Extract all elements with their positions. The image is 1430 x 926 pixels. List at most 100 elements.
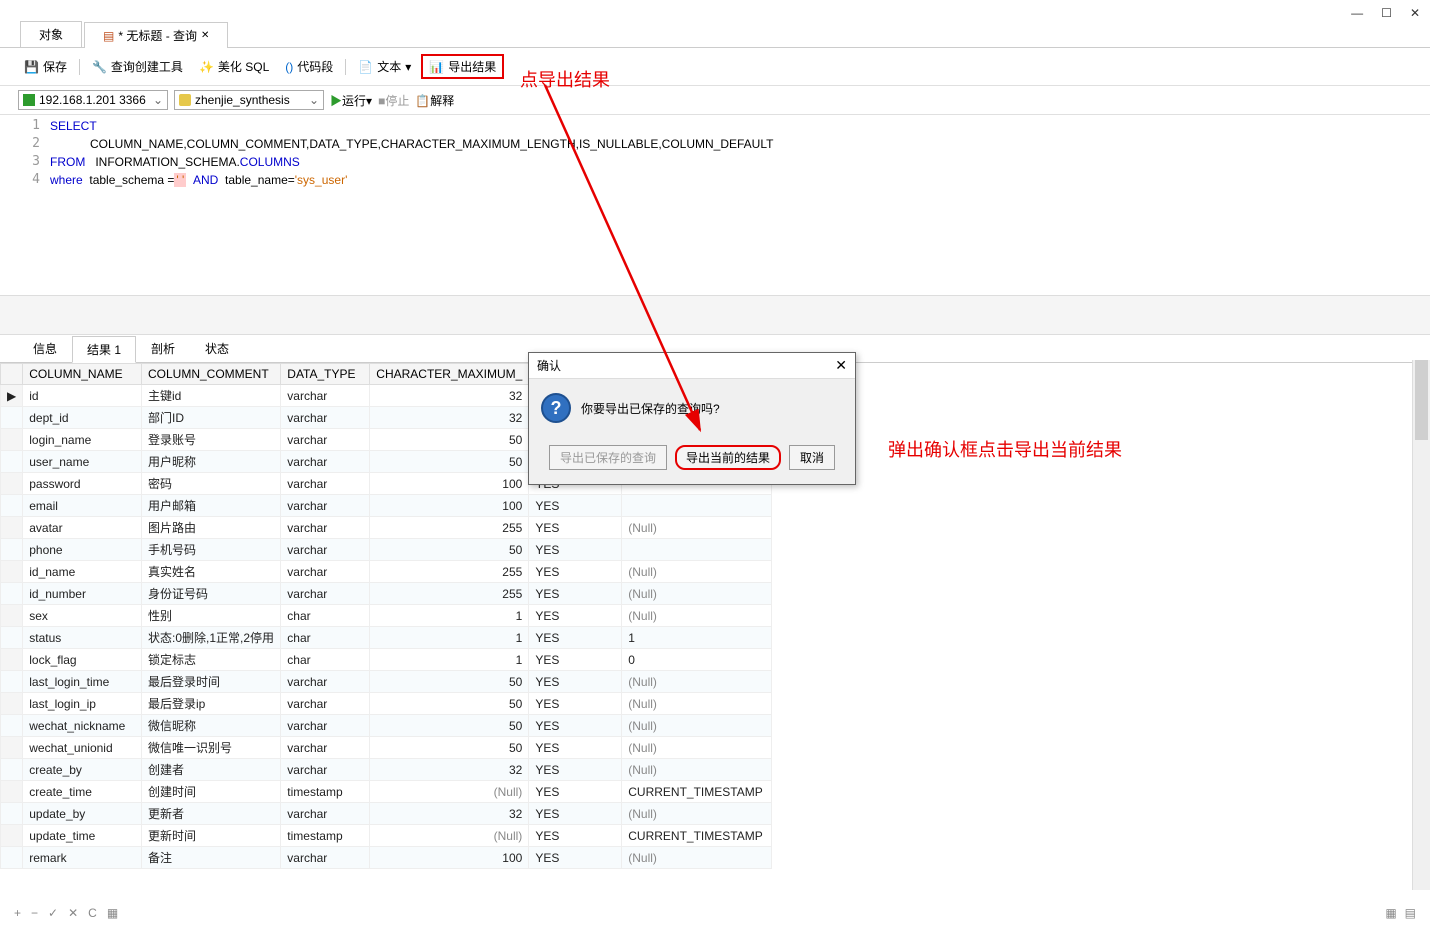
table-cell[interactable]: 真实姓名 [142,561,281,583]
table-cell[interactable]: CURRENT_TIMESTAMP [622,781,772,803]
col-header[interactable]: DATA_TYPE [281,364,370,385]
table-cell[interactable]: 微信昵称 [142,715,281,737]
table-cell[interactable]: varchar [281,671,370,693]
table-cell[interactable]: email [23,495,142,517]
table-cell[interactable]: YES [529,847,622,869]
table-cell[interactable]: varchar [281,539,370,561]
table-cell[interactable]: 50 [370,451,529,473]
add-row-button[interactable]: + [14,906,21,920]
table-cell[interactable]: YES [529,561,622,583]
table-cell[interactable]: update_by [23,803,142,825]
table-cell[interactable]: varchar [281,407,370,429]
table-row[interactable]: remark备注varchar100YES(Null) [1,847,772,869]
close-icon[interactable]: ✕ [835,357,847,374]
table-cell[interactable]: dept_id [23,407,142,429]
view-mode-icon[interactable]: ▦ [1385,906,1396,920]
table-cell[interactable]: 1 [370,605,529,627]
table-cell[interactable]: varchar [281,517,370,539]
table-cell[interactable]: 用户昵称 [142,451,281,473]
table-cell[interactable]: 1 [622,627,772,649]
tab-analyze[interactable]: 剖析 [136,335,190,362]
stop-button[interactable]: ■停止 [378,92,409,109]
table-cell[interactable]: varchar [281,451,370,473]
table-cell[interactable]: 1 [370,649,529,671]
cancel-button[interactable]: 取消 [789,445,835,470]
database-select[interactable]: zhenjie_synthesis ⌄ [174,90,324,110]
table-cell[interactable]: 0 [622,649,772,671]
table-cell[interactable]: YES [529,649,622,671]
table-cell[interactable]: remark [23,847,142,869]
table-cell[interactable]: varchar [281,847,370,869]
table-cell[interactable]: (Null) [622,847,772,869]
table-cell[interactable]: char [281,605,370,627]
table-cell[interactable]: varchar [281,429,370,451]
table-cell[interactable]: 最后登录时间 [142,671,281,693]
table-cell[interactable]: varchar [281,759,370,781]
table-row[interactable]: sex性别char1YES(Null) [1,605,772,627]
table-cell[interactable]: varchar [281,385,370,407]
apply-button[interactable]: ✓ [48,906,58,920]
table-cell[interactable]: user_name [23,451,142,473]
table-row[interactable]: last_login_time最后登录时间varchar50YES(Null) [1,671,772,693]
beautify-sql-button[interactable]: ✨美化 SQL [193,56,275,77]
table-cell[interactable]: 32 [370,385,529,407]
table-cell[interactable]: 1 [370,627,529,649]
table-cell[interactable]: 主键id [142,385,281,407]
table-cell[interactable]: 100 [370,495,529,517]
window-minimize[interactable]: — [1351,6,1363,20]
sql-editor[interactable]: 1234 SELECT COLUMN_NAME,COLUMN_COMMENT,D… [0,115,1430,295]
code-snippet-button[interactable]: ()代码段 [279,56,339,77]
table-cell[interactable]: timestamp [281,825,370,847]
table-cell[interactable]: 32 [370,407,529,429]
table-cell[interactable]: last_login_time [23,671,142,693]
cancel-button[interactable]: ✕ [68,906,78,920]
col-header[interactable]: COLUMN_COMMENT [142,364,281,385]
table-cell[interactable]: char [281,649,370,671]
table-row[interactable]: id_number身份证号码varchar255YES(Null) [1,583,772,605]
table-cell[interactable]: char [281,627,370,649]
table-cell[interactable]: 255 [370,583,529,605]
table-row[interactable]: create_time创建时间timestamp(Null)YESCURRENT… [1,781,772,803]
table-cell[interactable]: status [23,627,142,649]
table-cell[interactable]: create_by [23,759,142,781]
table-row[interactable]: wechat_nickname微信昵称varchar50YES(Null) [1,715,772,737]
table-cell[interactable]: 50 [370,693,529,715]
table-cell[interactable]: CURRENT_TIMESTAMP [622,825,772,847]
table-cell[interactable]: YES [529,539,622,561]
table-cell[interactable]: (Null) [370,781,529,803]
table-cell[interactable]: YES [529,693,622,715]
table-cell[interactable]: create_time [23,781,142,803]
table-cell[interactable]: wechat_nickname [23,715,142,737]
table-cell[interactable]: 图片路由 [142,517,281,539]
table-cell[interactable]: YES [529,715,622,737]
table-row[interactable]: email用户邮箱varchar100YES [1,495,772,517]
table-cell[interactable]: 锁定标志 [142,649,281,671]
table-row[interactable]: lock_flag锁定标志char1YES0 [1,649,772,671]
table-cell[interactable]: (Null) [622,583,772,605]
save-button[interactable]: 💾保存 [18,56,73,77]
table-cell[interactable]: 更新者 [142,803,281,825]
table-cell[interactable]: 状态:0删除,1正常,2停用 [142,627,281,649]
table-cell[interactable]: 微信唯一识别号 [142,737,281,759]
table-cell[interactable]: login_name [23,429,142,451]
vertical-scrollbar[interactable] [1412,360,1430,890]
delete-row-button[interactable]: − [31,906,38,920]
table-cell[interactable]: (Null) [622,715,772,737]
table-row[interactable]: id_name真实姓名varchar255YES(Null) [1,561,772,583]
table-cell[interactable]: 密码 [142,473,281,495]
tab-query[interactable]: ▤ * 无标题 - 查询 ✕ [84,22,228,48]
table-cell[interactable]: phone [23,539,142,561]
table-cell[interactable]: timestamp [281,781,370,803]
server-select[interactable]: 192.168.1.201 3366 ⌄ [18,90,168,110]
table-cell[interactable]: YES [529,583,622,605]
table-cell[interactable]: YES [529,759,622,781]
table-row[interactable]: phone手机号码varchar50YES [1,539,772,561]
tab-result[interactable]: 结果 1 [72,336,136,363]
export-result-button[interactable]: 📊导出结果 [421,54,504,79]
table-cell[interactable]: 32 [370,803,529,825]
sql-code[interactable]: SELECT COLUMN_NAME,COLUMN_COMMENT,DATA_T… [50,115,773,295]
table-cell[interactable]: (Null) [622,517,772,539]
table-cell[interactable]: (Null) [622,671,772,693]
table-cell[interactable]: avatar [23,517,142,539]
table-cell[interactable]: 50 [370,737,529,759]
